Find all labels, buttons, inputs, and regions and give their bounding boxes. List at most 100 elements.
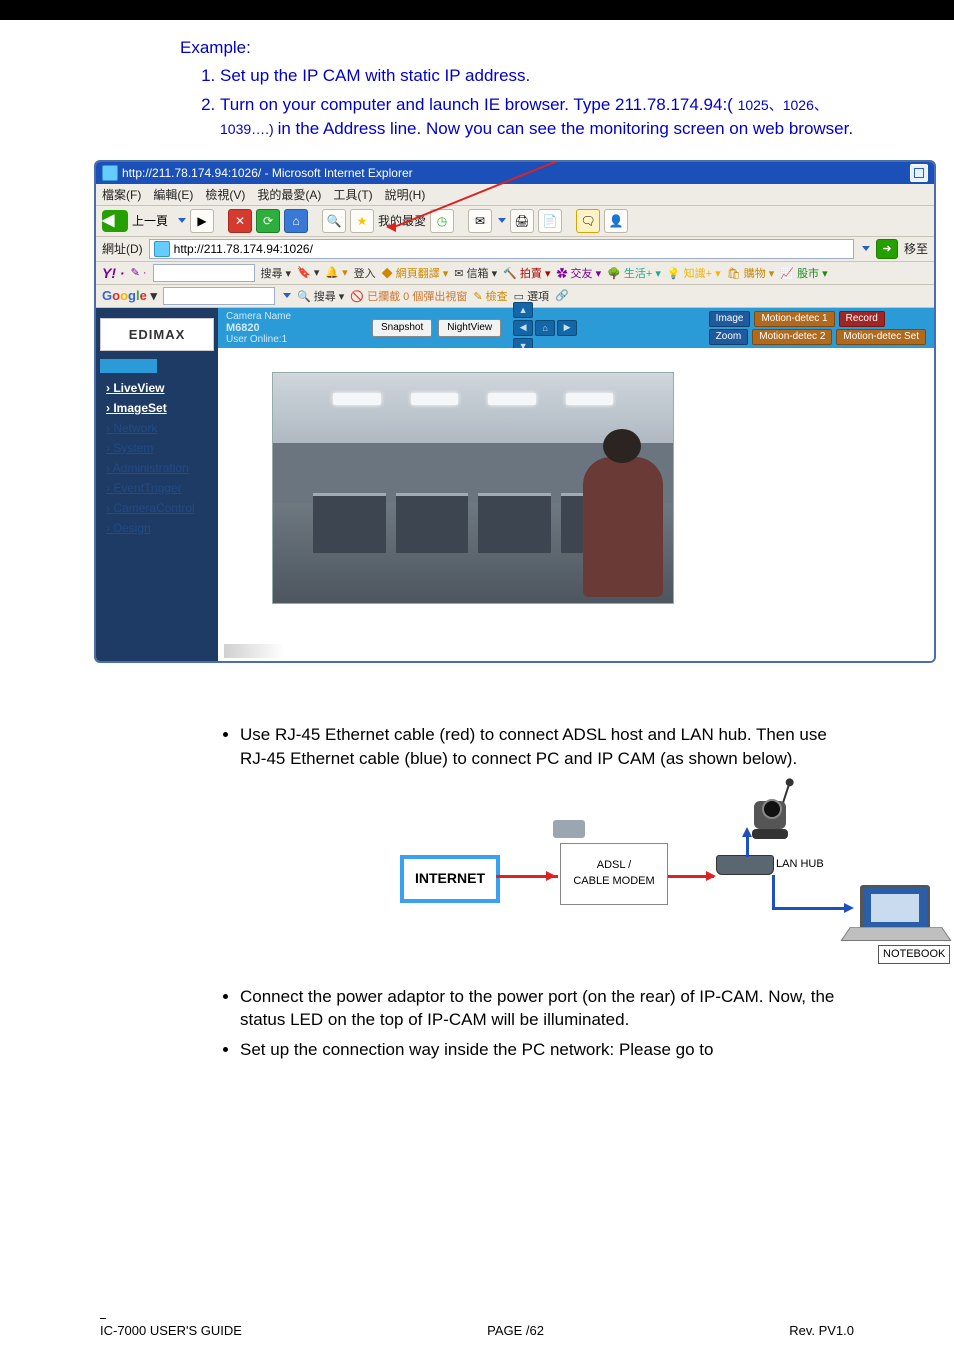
side-item-imageset[interactable]: › ImageSet (106, 401, 208, 415)
camera-name-value: M6820 (226, 322, 366, 334)
menu-view[interactable]: 檢視(V) (205, 186, 245, 203)
ie-screenshot: http://211.78.174.94:1026/ - Microsoft I… (94, 160, 936, 663)
network-diagram: INTERNET ADSL / CABLE MODEM LAN H (400, 785, 954, 975)
side-item-liveview[interactable]: › LiveView (106, 381, 208, 395)
side-item-admin[interactable]: › Administration (106, 461, 208, 475)
ie-icon (102, 165, 118, 181)
ptz-buttons[interactable]: ▲ ◀ ⌂ ▶ ▼ (513, 302, 577, 354)
yahoo-item-life[interactable]: 🌳 生活+ ▾ (607, 265, 661, 281)
print-button[interactable]: 🖨 (510, 209, 534, 233)
edit-doc-button[interactable]: 📄 (538, 209, 562, 233)
example-step-2: Turn on your computer and launch IE brow… (220, 93, 854, 142)
footer-rule (100, 1318, 106, 1319)
yahoo-item-search[interactable]: 搜尋 ▾ (261, 265, 292, 281)
side-item-network[interactable]: › Network (106, 421, 208, 435)
menu-file[interactable]: 檔案(F) (102, 186, 141, 203)
address-caret-icon[interactable] (862, 246, 870, 251)
motion1-button[interactable]: Motion-detec 1 (754, 311, 834, 327)
snapshot-button[interactable]: Snapshot (372, 319, 432, 337)
ptz-left-button[interactable]: ◀ (513, 320, 533, 336)
diagram-hub: LAN HUB (716, 855, 774, 875)
diagram-modem-label-2: CABLE MODEM (573, 874, 654, 889)
side-item-control[interactable]: › CameraControl (106, 501, 208, 515)
diagram-modem-icon (553, 820, 585, 838)
mail-button[interactable]: ✉ (468, 209, 492, 233)
google-item-popup[interactable]: 🚫 已攔截 0 個彈出視窗 (350, 288, 467, 304)
camera-image (272, 372, 674, 604)
address-bar[interactable]: 網址(D) http://211.78.174.94:1026/ ➜ 移至 (96, 237, 934, 262)
side-item-event[interactable]: › EventTrigger (106, 481, 208, 495)
live-view-area[interactable] (218, 348, 934, 641)
forward-button[interactable]: ▶ (190, 209, 214, 233)
motion-set-button[interactable]: Motion-detec Set (836, 329, 926, 345)
diagram-blue-line-right (772, 907, 848, 910)
menu-edit[interactable]: 編輯(E) (153, 186, 193, 203)
example-step-1-text: Set up the IP CAM with static IP address… (220, 66, 530, 85)
messenger-button[interactable]: 👤 (604, 209, 628, 233)
menu-help[interactable]: 說明(H) (385, 186, 426, 203)
motion2-button[interactable]: Motion-detec 2 (752, 329, 832, 345)
example-ordered-list: Set up the IP CAM with static IP address… (220, 64, 854, 142)
yahoo-item-friends[interactable]: ✿ 交友 ▾ (556, 265, 601, 281)
google-item-search[interactable]: 🔍 搜尋 ▾ (297, 288, 344, 304)
window-maximize-button[interactable] (910, 164, 928, 182)
nightview-button[interactable]: NightView (438, 319, 501, 337)
yahoo-item-knowledge[interactable]: 💡 知識+ ▾ (667, 265, 721, 281)
discuss-button[interactable]: 🗨 (576, 209, 600, 233)
back-label: 上一頁 (132, 212, 168, 229)
google-logo[interactable]: Google ▾ (102, 288, 157, 304)
menu-fav[interactable]: 我的最愛(A) (257, 186, 321, 203)
refresh-button[interactable]: ⟳ (256, 209, 280, 233)
side-item-design[interactable]: › Design (106, 521, 208, 535)
menubar[interactable]: 檔案(F) 編輯(E) 檢視(V) 我的最愛(A) 工具(T) 說明(H) (96, 184, 934, 206)
yahoo-toolbar[interactable]: Y! · ✎ · 搜尋 ▾ 🔖 ▾ 🔔 ▾ 登入 ◆ 網頁翻譯 ▾ ✉ 信箱 ▾… (96, 262, 934, 285)
yahoo-item-login[interactable]: 登入 (354, 265, 376, 281)
example-heading: Example: (180, 38, 854, 58)
brand-logo: EDIMAX (100, 318, 214, 351)
google-search-input[interactable] (163, 287, 275, 305)
yahoo-search-input[interactable] (153, 264, 255, 282)
yahoo-pencil-icon[interactable]: ✎ · (131, 266, 147, 279)
yahoo-item-auction[interactable]: 🔨 拍賣 ▾ (503, 265, 550, 281)
back-caret-icon[interactable] (178, 218, 186, 223)
mail-caret-icon[interactable] (498, 218, 506, 223)
yahoo-item-bell[interactable]: 🔔 ▾ (325, 266, 347, 279)
favorites-button[interactable]: ★ (350, 209, 374, 233)
yahoo-item-translate[interactable]: ◆ 網頁翻譯 ▾ (382, 265, 449, 281)
stop-button[interactable]: ✕ (228, 209, 252, 233)
ptz-up-button[interactable]: ▲ (513, 302, 533, 318)
address-input[interactable]: http://211.78.174.94:1026/ (149, 239, 854, 259)
yahoo-item-mail[interactable]: ✉ 信箱 ▾ (454, 265, 497, 281)
zoom-button[interactable]: Zoom (709, 329, 749, 345)
menu-tools[interactable]: 工具(T) (333, 186, 372, 203)
address-label: 網址(D) (102, 240, 143, 257)
yahoo-logo[interactable]: Y! · (102, 265, 125, 281)
google-item-spell[interactable]: ✎ 檢查 (473, 288, 507, 304)
app-footer (218, 641, 934, 661)
yahoo-item-stock[interactable]: 📈 股市 ▾ (780, 265, 827, 281)
home-button[interactable]: ⌂ (284, 209, 308, 233)
side-menu[interactable]: › LiveView › ImageSet › Network › System… (96, 381, 218, 535)
diagram-ipcam (740, 783, 800, 839)
example-step-2-b: in the Address line. Now you can see the… (278, 119, 854, 138)
example-step-1: Set up the IP CAM with static IP address… (220, 64, 854, 89)
back-button[interactable]: ◀ (102, 210, 128, 232)
image-button[interactable]: Image (709, 311, 751, 327)
ptz-home-button[interactable]: ⌂ (535, 320, 555, 336)
history-button[interactable]: ◷ (430, 209, 454, 233)
search-button[interactable]: 🔍 (322, 209, 346, 233)
google-item-link[interactable]: 🔗 (555, 289, 569, 302)
footer-right: Rev. PV1.0 (789, 1323, 854, 1338)
yahoo-item-bookmark[interactable]: 🔖 ▾ (297, 266, 319, 279)
ptz-right-button[interactable]: ▶ (557, 320, 577, 336)
window-titlebar[interactable]: http://211.78.174.94:1026/ - Microsoft I… (96, 162, 934, 184)
toolbar[interactable]: ◀ 上一頁 ▶ ✕ ⟳ ⌂ 🔍 ★ 我的最愛 ◷ ✉ 🖨 📄 🗨 👤 (96, 206, 934, 237)
diagram-modem-label-1: ADSL / (597, 858, 631, 873)
side-item-system[interactable]: › System (106, 441, 208, 455)
google-caret-icon[interactable] (283, 293, 291, 298)
callout-arrow-head (386, 222, 396, 232)
record-button[interactable]: Record (839, 311, 885, 327)
yahoo-item-shopping[interactable]: 🛍 購物 ▾ (727, 265, 775, 281)
side-tabstrip[interactable] (100, 359, 214, 373)
go-button[interactable]: ➜ (876, 239, 898, 259)
